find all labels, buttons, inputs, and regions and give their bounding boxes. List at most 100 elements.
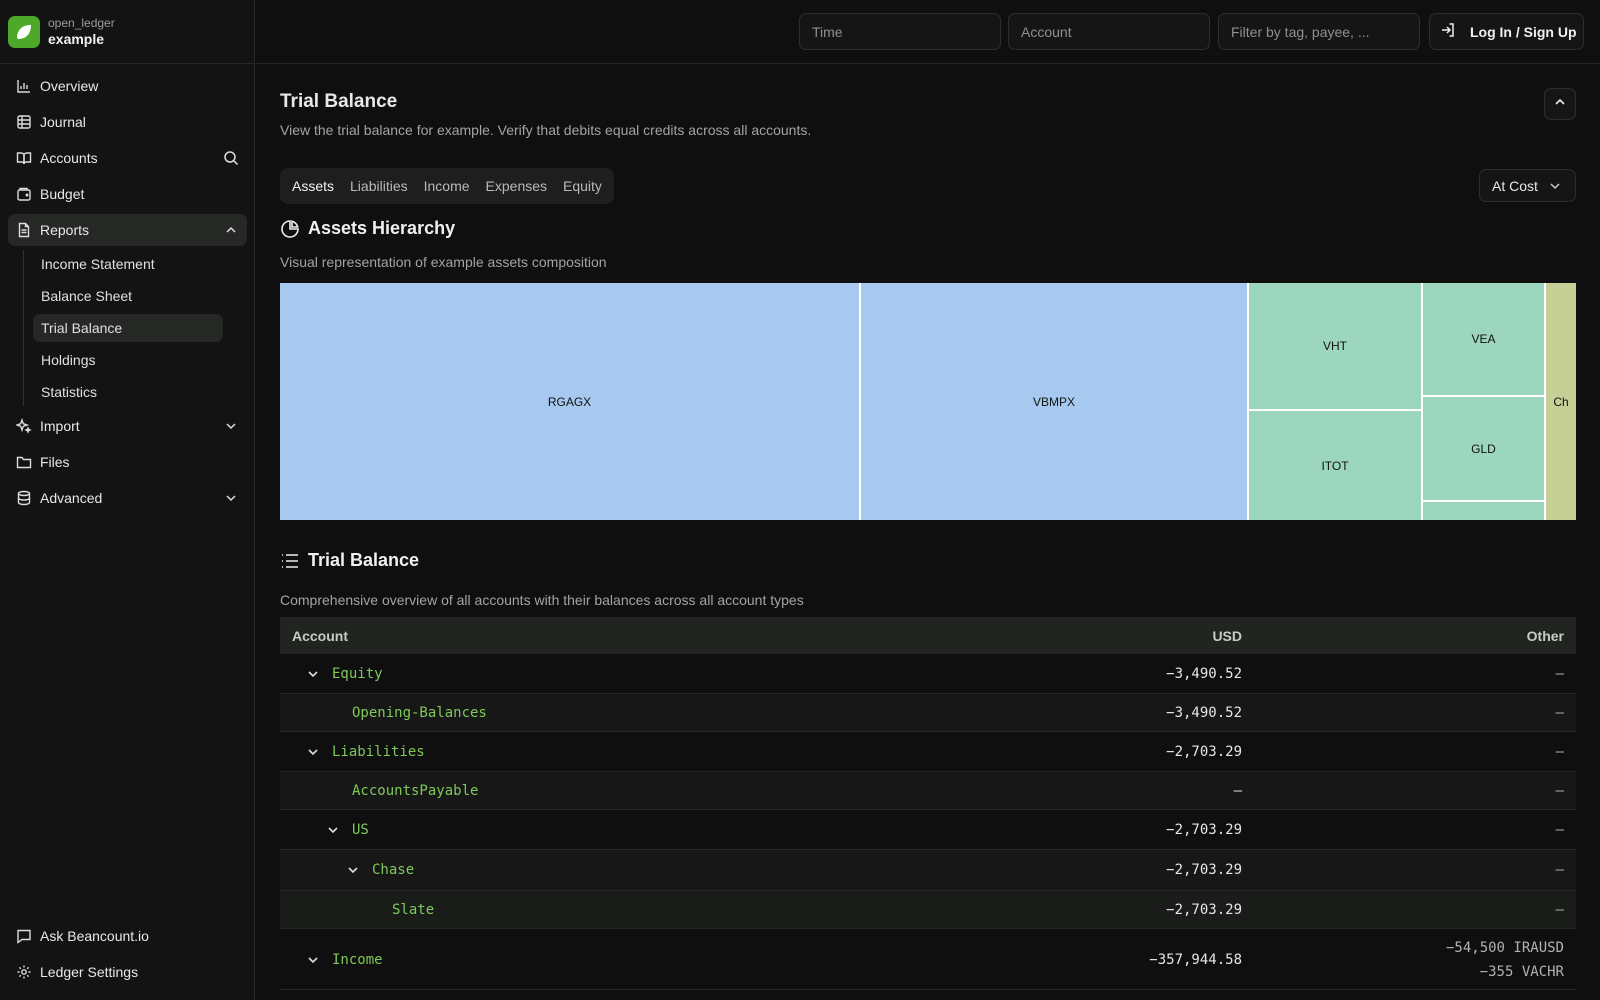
- chevron-down-icon[interactable]: [326, 823, 340, 837]
- chevron-down-icon: [1548, 179, 1562, 196]
- chevron-down-icon[interactable]: [223, 418, 239, 434]
- chevron-down-icon[interactable]: [306, 667, 320, 681]
- trial-balance-subtitle: Comprehensive overview of all accounts w…: [280, 592, 804, 608]
- treemap-cell[interactable]: Ch: [1546, 283, 1576, 520]
- table-header: Account USD Other: [280, 617, 1576, 654]
- sidebar-item-advanced[interactable]: Advanced: [8, 482, 247, 514]
- sidebar-item-label: Ledger Settings: [40, 964, 139, 980]
- sidebar-item-journal[interactable]: Journal: [8, 106, 247, 138]
- column-header-account[interactable]: Account: [292, 628, 348, 644]
- treemap-cell[interactable]: GLD: [1423, 397, 1544, 500]
- login-button[interactable]: Log In / Sign Up: [1429, 13, 1584, 50]
- tab-liabilities[interactable]: Liabilities: [342, 172, 416, 200]
- trial-balance-title: Trial Balance: [280, 550, 419, 571]
- login-label: Log In / Sign Up: [1470, 23, 1577, 40]
- other-value: –: [1555, 783, 1564, 799]
- tab-expenses[interactable]: Expenses: [478, 172, 555, 200]
- sparkles-icon: [16, 418, 32, 434]
- sidebar-item-balance-sheet[interactable]: Balance Sheet: [33, 282, 223, 310]
- sidebar-item-label: Advanced: [40, 490, 103, 506]
- database-icon: [16, 490, 32, 506]
- usd-value: –: [1233, 783, 1242, 799]
- sidebar-item-label: Budget: [40, 186, 85, 202]
- sidebar-footer: Ask Beancount.io Ledger Settings: [8, 920, 247, 992]
- sidebar-item-ask-beancount[interactable]: Ask Beancount.io: [8, 920, 247, 952]
- chevron-down-icon[interactable]: [306, 745, 320, 759]
- treemap-cell[interactable]: VEA: [1423, 283, 1544, 395]
- account-link[interactable]: Opening-Balances: [352, 705, 487, 721]
- treemap-cell[interactable]: [1423, 502, 1544, 520]
- table-row[interactable]: AccountsPayable – –: [280, 772, 1576, 810]
- account-link[interactable]: US: [352, 822, 369, 838]
- sidebar-item-label: Reports: [40, 222, 90, 238]
- sidebar-item-budget[interactable]: Budget: [8, 178, 247, 210]
- table-row[interactable]: Opening-Balances −3,490.52 –: [280, 694, 1576, 732]
- sidebar-item-label: Overview: [40, 78, 99, 94]
- brand-subtitle: open_ledger: [48, 15, 115, 30]
- tab-equity[interactable]: Equity: [555, 172, 610, 200]
- section-title-text: Assets Hierarchy: [308, 218, 456, 238]
- treemap-cell[interactable]: VHT: [1249, 283, 1421, 409]
- sidebar-item-holdings[interactable]: Holdings: [33, 346, 223, 374]
- other-value: –: [1555, 902, 1564, 918]
- valuation-select[interactable]: At Cost: [1479, 169, 1576, 202]
- treemap-cell[interactable]: VBMPX: [861, 283, 1247, 520]
- page-title: Trial Balance: [280, 91, 398, 112]
- sidebar: open_ledger example Overview Journal Acc…: [0, 0, 255, 1000]
- tag-filter-input[interactable]: [1218, 13, 1420, 50]
- sidebar-item-label: Files: [40, 454, 70, 470]
- sidebar-item-import[interactable]: Import: [8, 410, 247, 442]
- ledger-name: example: [48, 30, 105, 47]
- account-filter-input[interactable]: [1008, 13, 1210, 50]
- table-row[interactable]: Chase −2,703.29 –: [280, 850, 1576, 891]
- treemap-cell[interactable]: ITOT: [1249, 411, 1421, 520]
- treemap-label: VEA: [1471, 332, 1496, 346]
- chevron-down-icon[interactable]: [346, 863, 360, 877]
- table-row[interactable]: Slate −2,703.29 –: [280, 891, 1576, 929]
- usd-value: −3,490.52: [1166, 705, 1242, 721]
- sidebar-item-income-statement[interactable]: Income Statement: [33, 250, 223, 278]
- account-type-tabs: Assets Liabilities Income Expenses Equit…: [280, 168, 614, 204]
- usd-value: −2,703.29: [1166, 744, 1242, 760]
- table-row[interactable]: Liabilities −2,703.29 –: [280, 732, 1576, 772]
- treemap-cell[interactable]: RGAGX: [280, 283, 859, 520]
- search-icon[interactable]: [223, 150, 239, 166]
- sidebar-item-trial-balance[interactable]: Trial Balance: [33, 314, 223, 342]
- chevron-down-icon[interactable]: [223, 490, 239, 506]
- sidebar-item-files[interactable]: Files: [8, 446, 247, 478]
- treemap-label: GLD: [1471, 441, 1496, 456]
- list-icon: [280, 551, 300, 571]
- account-link[interactable]: Chase: [372, 862, 414, 878]
- account-link[interactable]: AccountsPayable: [352, 783, 478, 799]
- chevron-down-icon[interactable]: [306, 953, 320, 967]
- log-in-icon: [1440, 22, 1456, 41]
- table-row[interactable]: Equity −3,490.52 –: [280, 654, 1576, 694]
- table-row[interactable]: Income −357,944.58 −54,500 IRAUSD −355 V…: [280, 929, 1576, 990]
- account-link[interactable]: Income: [332, 952, 383, 968]
- usd-value: −2,703.29: [1166, 862, 1242, 878]
- sidebar-item-reports[interactable]: Reports: [8, 214, 247, 246]
- sidebar-item-ledger-settings[interactable]: Ledger Settings: [8, 956, 247, 988]
- sidebar-item-accounts[interactable]: Accounts: [8, 142, 247, 174]
- other-value: –: [1555, 666, 1564, 682]
- main-nav: Overview Journal Accounts Budget Reports…: [8, 70, 247, 518]
- chevron-up-icon[interactable]: [223, 222, 239, 238]
- brand[interactable]: open_ledger example: [0, 0, 254, 64]
- other-value: –: [1555, 705, 1564, 721]
- message-icon: [16, 928, 32, 944]
- trial-balance-table: Account USD Other Equity −3,490.52 – Ope…: [280, 617, 1576, 990]
- account-link[interactable]: Liabilities: [332, 744, 425, 760]
- sidebar-item-statistics[interactable]: Statistics: [33, 378, 223, 406]
- sidebar-item-overview[interactable]: Overview: [8, 70, 247, 102]
- usd-value: −2,703.29: [1166, 822, 1242, 838]
- other-value: –: [1555, 822, 1564, 838]
- account-link[interactable]: Slate: [392, 902, 434, 918]
- column-header-usd[interactable]: USD: [1212, 628, 1242, 644]
- tab-income[interactable]: Income: [416, 172, 478, 200]
- tab-assets[interactable]: Assets: [284, 172, 342, 200]
- collapse-header-button[interactable]: [1544, 88, 1576, 120]
- column-header-other[interactable]: Other: [1527, 628, 1564, 644]
- account-link[interactable]: Equity: [332, 666, 383, 682]
- time-filter-input[interactable]: [799, 13, 1001, 50]
- table-row[interactable]: US −2,703.29 –: [280, 810, 1576, 850]
